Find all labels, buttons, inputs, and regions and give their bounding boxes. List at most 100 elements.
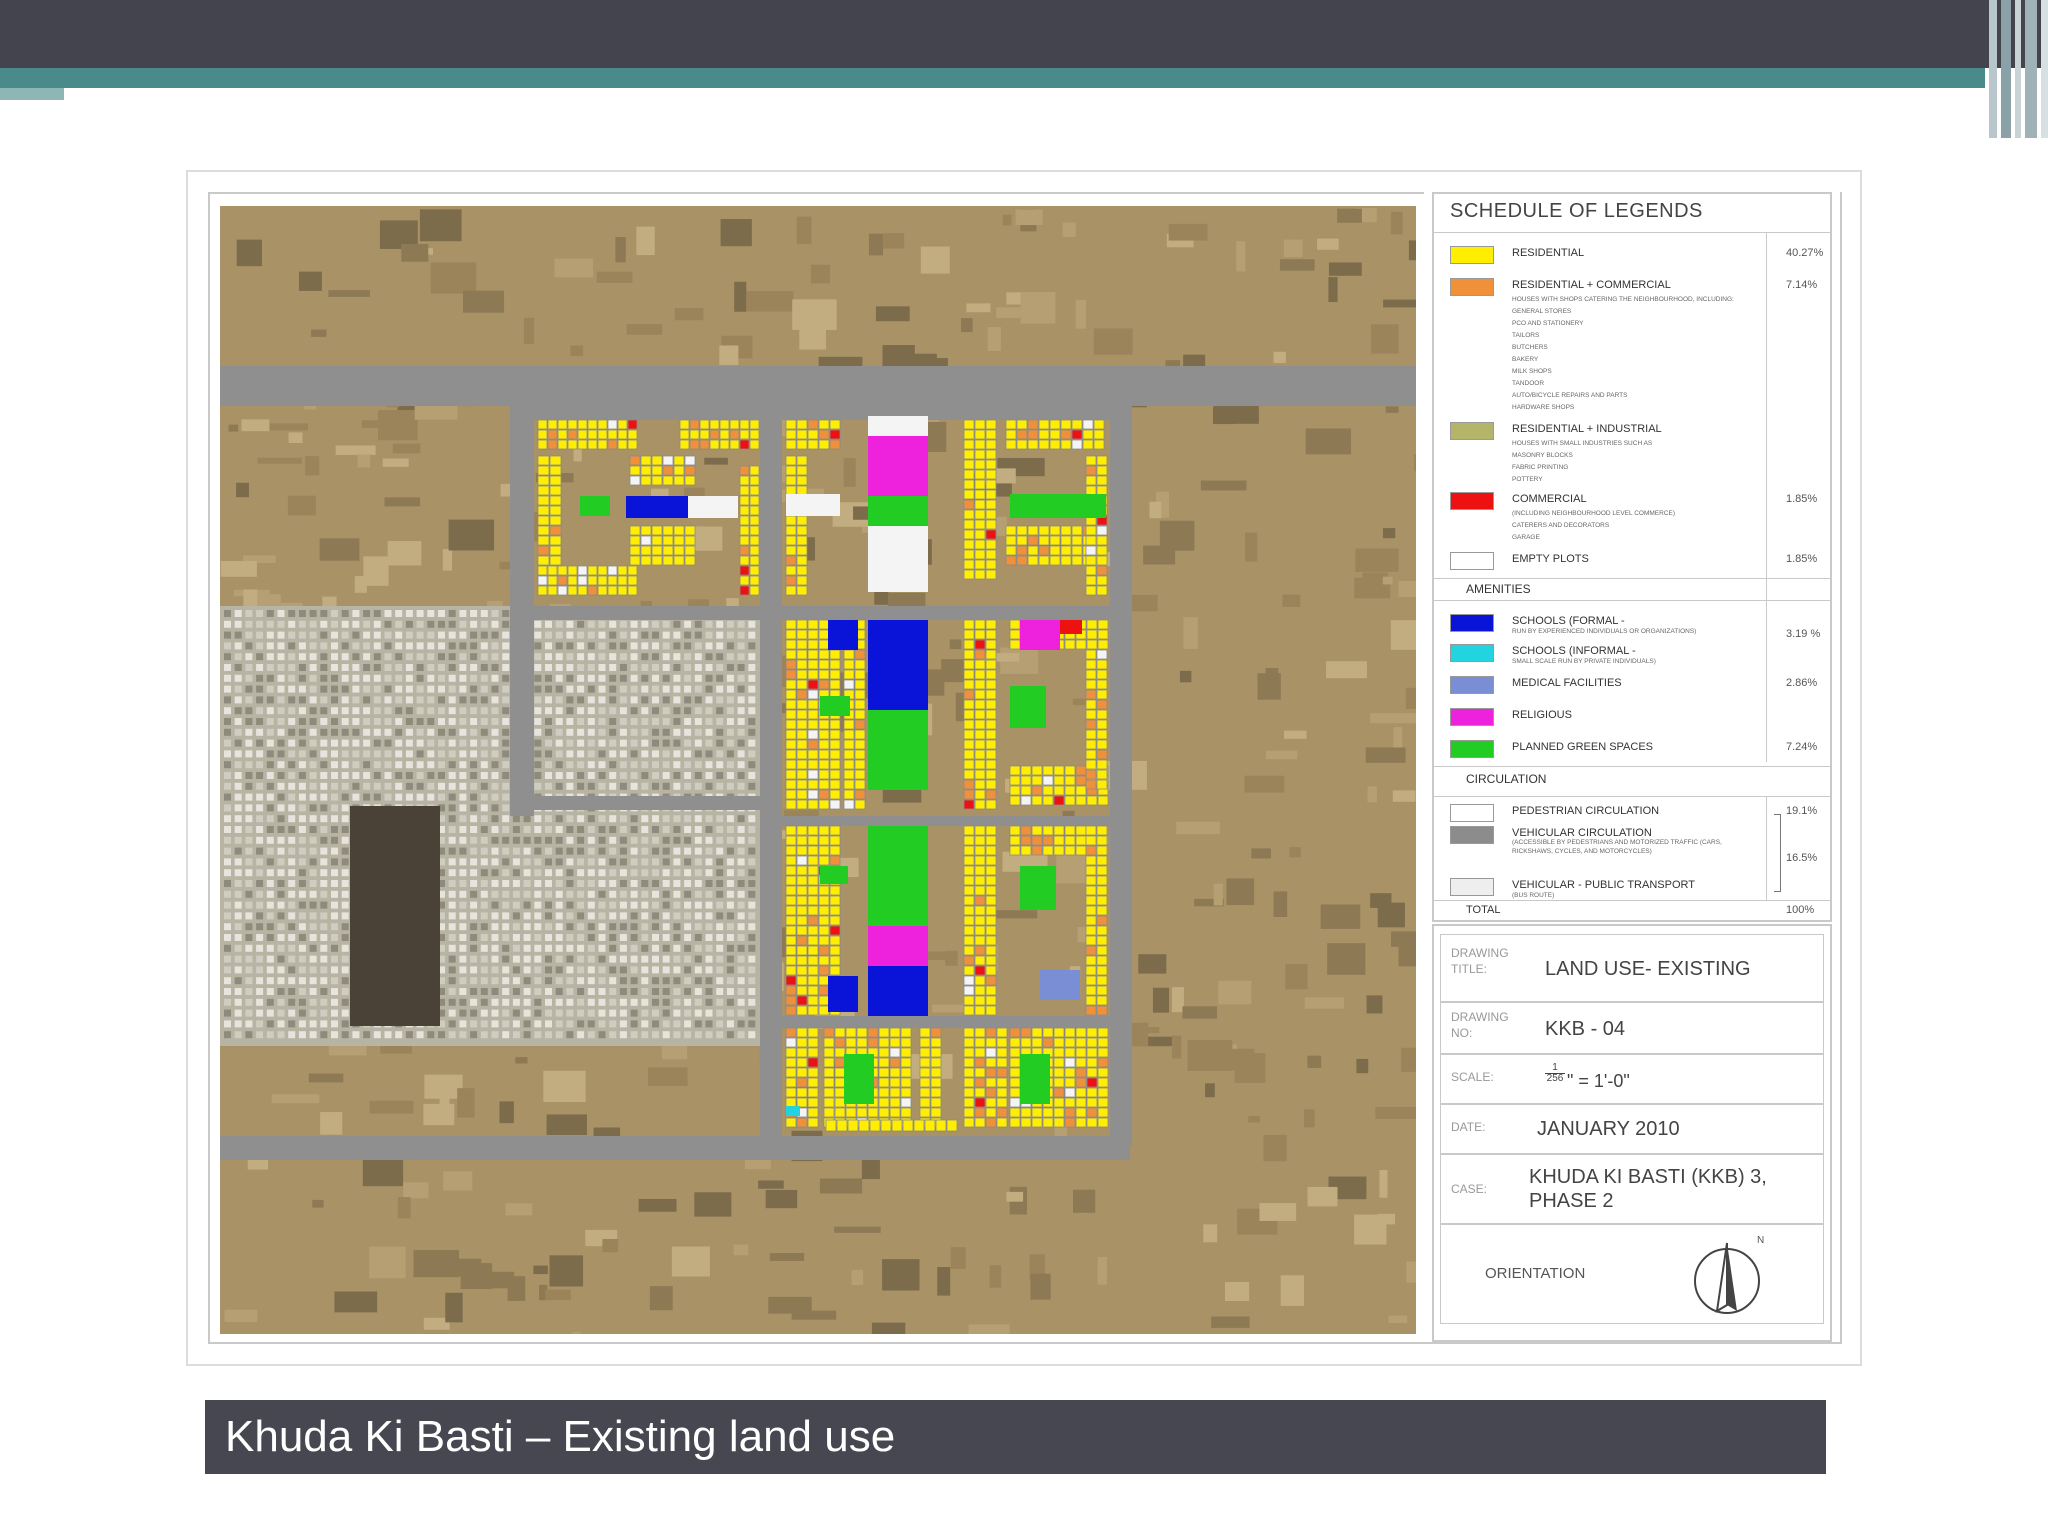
settlement-roof (523, 912, 531, 920)
settlement-roof (534, 988, 542, 995)
plot (985, 519, 997, 530)
settlement-roof (491, 912, 499, 920)
settlement-roof (395, 685, 403, 693)
settlement-roof (577, 674, 585, 682)
settlement-roof (298, 1009, 306, 1017)
settlement-roof (673, 1031, 681, 1039)
plot (974, 875, 986, 886)
plot (607, 585, 618, 596)
plot (834, 1037, 846, 1048)
settlement-roof (288, 977, 296, 985)
terrain-patch (499, 1101, 514, 1124)
settlement-roof (545, 1031, 552, 1039)
settlement-roof (470, 610, 478, 617)
plot (796, 995, 808, 1006)
settlement-roof (619, 944, 627, 952)
settlement-roof (266, 696, 274, 704)
settlement-roof (512, 988, 520, 995)
settlement-roof (694, 620, 702, 628)
settlement-roof (320, 772, 328, 779)
legend-panel: SCHEDULE OF LEGENDS RESIDENTIAL RESIDENT… (1424, 192, 1840, 1342)
settlement-roof (555, 1020, 563, 1028)
plot (1085, 729, 1097, 740)
plot (587, 585, 598, 596)
settlement-roof (545, 966, 552, 974)
settlement-roof (748, 772, 756, 779)
settlement-roof (534, 664, 542, 671)
terrain-patch (1168, 223, 1208, 241)
settlement-roof (598, 1009, 606, 1017)
plot (537, 515, 550, 526)
settlement-roof (705, 944, 713, 952)
settlement-roof (630, 869, 638, 877)
plot (577, 429, 588, 440)
terrain-patch (882, 1259, 920, 1291)
settlement-roof (459, 977, 467, 985)
plot (1096, 955, 1108, 966)
settlement-roof (331, 664, 338, 671)
settlement-roof (459, 674, 467, 682)
plot (807, 719, 819, 730)
settlement-roof (224, 653, 231, 661)
settlement-roof (405, 685, 413, 693)
plot (1086, 1057, 1098, 1068)
settlement-roof (545, 739, 552, 747)
settlement-roof (266, 901, 274, 909)
settlement-roof (609, 761, 617, 769)
plot (629, 535, 641, 546)
plot (834, 1057, 846, 1068)
plot (974, 935, 986, 946)
settlement-roof (694, 847, 702, 855)
settlement-roof (234, 761, 242, 769)
settlement-roof (609, 815, 617, 823)
plot (974, 925, 986, 936)
settlement-roof (555, 880, 563, 887)
plot (796, 1067, 808, 1078)
plot (1097, 1067, 1109, 1078)
settlement-roof (298, 631, 306, 639)
settlement-roof (609, 847, 617, 855)
settlement-roof (298, 955, 306, 963)
plot (796, 679, 808, 690)
terrain-patch (937, 1267, 951, 1296)
legend-pct: 16.5% (1786, 852, 1818, 864)
settlement-roof (502, 966, 510, 974)
terrain-patch (369, 1100, 414, 1114)
settlement-roof (716, 966, 724, 974)
plot (900, 1087, 912, 1098)
settlement-roof (598, 653, 606, 661)
plot (996, 1107, 1008, 1118)
settlement-roof (320, 804, 328, 812)
settlement-roof (726, 631, 734, 639)
settlement-roof (545, 761, 552, 769)
settlement-roof (309, 977, 317, 985)
settlement-roof (609, 901, 617, 909)
plot (963, 699, 975, 710)
school (626, 496, 688, 518)
plot (1049, 419, 1061, 430)
plot (854, 749, 866, 760)
settlement-roof (619, 782, 627, 790)
total-label: TOTAL (1466, 904, 1501, 916)
terrain-patch (1182, 1006, 1218, 1019)
divider (1434, 796, 1830, 797)
plot (845, 1107, 857, 1118)
settlement-roof (641, 782, 649, 790)
settlement-roof (320, 966, 328, 974)
road (760, 1016, 1130, 1028)
plot (785, 799, 797, 810)
settlement-roof (737, 977, 745, 985)
settlement-roof (684, 718, 692, 725)
settlement-roof (566, 782, 574, 790)
settlement-roof (512, 836, 520, 844)
settlement-roof (684, 685, 692, 693)
plot (749, 419, 760, 430)
plot (1031, 1117, 1043, 1128)
terrain-patch (1265, 750, 1298, 760)
plot (974, 689, 986, 700)
settlement-roof (234, 696, 242, 704)
scale-label: SCALE: (1451, 1070, 1494, 1084)
settlement-roof (341, 869, 349, 877)
green-space (1010, 686, 1046, 728)
plot (549, 485, 562, 496)
